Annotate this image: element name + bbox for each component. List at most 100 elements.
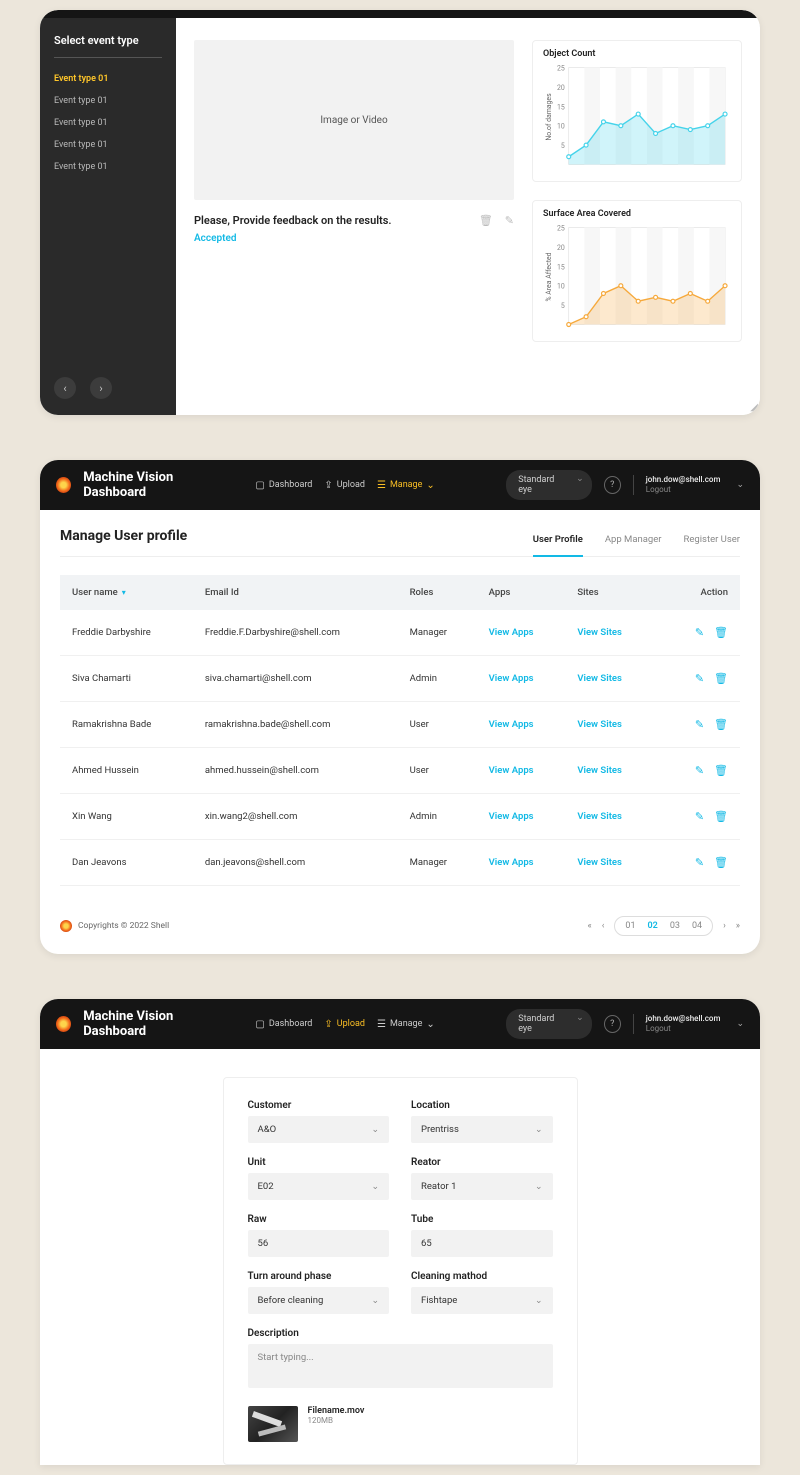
logout-link[interactable]: Logout (646, 1024, 721, 1034)
tube-input[interactable]: 65 (411, 1230, 553, 1257)
view-sites-link[interactable]: View Sites (577, 811, 622, 822)
label-reator: Reator (411, 1157, 553, 1168)
page-number[interactable]: 03 (670, 921, 680, 931)
user-menu-caret-icon[interactable]: ⌄ (736, 1019, 744, 1029)
delete-icon[interactable]: 🗑 (714, 718, 728, 731)
cell-email: xin.wang2@shell.com (193, 794, 398, 840)
page-first[interactable]: « (587, 921, 591, 931)
view-sites-link[interactable]: View Sites (577, 765, 622, 776)
phase-select[interactable]: Before cleaning (248, 1287, 390, 1314)
edit-icon[interactable]: ✎ (695, 718, 704, 731)
delete-icon[interactable]: 🗑 (714, 764, 728, 777)
svg-text:15: 15 (557, 103, 565, 111)
cell-username: Ahmed Hussein (60, 748, 193, 794)
nav-dashboard[interactable]: ▢Dashboard (255, 480, 312, 491)
label-raw: Raw (248, 1214, 390, 1225)
page-next[interactable]: › (723, 921, 726, 931)
resize-handle-icon[interactable]: ◢ (750, 402, 758, 413)
reator-select[interactable]: Reator 1 (411, 1173, 553, 1200)
column-header: Sites (565, 575, 653, 610)
tab-app-manager[interactable]: App Manager (605, 534, 662, 557)
cell-action: ✎🗑 (654, 702, 740, 748)
page-number[interactable]: 04 (692, 921, 702, 931)
view-apps-link[interactable]: View Apps (489, 673, 534, 684)
table-row: Dan Jeavonsdan.jeavons@shell.comManagerV… (60, 840, 740, 886)
page-number[interactable]: 02 (648, 921, 658, 931)
nav-upload-label: Upload (337, 1019, 365, 1029)
tab-register-user[interactable]: Register User (684, 534, 740, 557)
delete-icon[interactable]: 🗑 (714, 810, 728, 823)
camera-select[interactable]: Standard eye (506, 1009, 591, 1039)
logout-link[interactable]: Logout (646, 485, 721, 495)
cell-email: siva.chamarti@shell.com (193, 656, 398, 702)
header-user-email: john.dow@shell.com (646, 475, 721, 485)
nav-manage[interactable]: ☰Manage⌄ (377, 1019, 435, 1030)
cell-sites: View Sites (565, 610, 653, 656)
edit-icon[interactable]: ✎ (695, 764, 704, 777)
column-header[interactable]: User name▾ (60, 575, 193, 610)
help-button[interactable]: ? (604, 476, 621, 494)
customer-select[interactable]: A&O (248, 1116, 390, 1143)
view-apps-link[interactable]: View Apps (489, 765, 534, 776)
nav-manage[interactable]: ☰Manage⌄ (377, 480, 435, 491)
page-prev[interactable]: ‹ (602, 921, 605, 931)
chart-surface-area: Surface Area Covered 252015105% Area Aff… (532, 200, 742, 342)
event-item[interactable]: Event type 01 (54, 112, 162, 134)
event-item[interactable]: Event type 01 (54, 156, 162, 178)
table-row: Siva Chamartisiva.chamarti@shell.comAdmi… (60, 656, 740, 702)
cell-username: Ramakrishna Bade (60, 702, 193, 748)
view-sites-link[interactable]: View Sites (577, 627, 622, 638)
label-phase: Turn around phase (248, 1271, 390, 1282)
copyright: Copyrights © 2022 Shell (78, 921, 169, 931)
page-last[interactable]: » (736, 921, 740, 931)
label-customer: Customer (248, 1100, 390, 1111)
filter-icon[interactable]: ▾ (122, 588, 126, 597)
delete-icon[interactable]: 🗑 (714, 672, 728, 685)
edit-icon[interactable]: ✎ (505, 214, 514, 227)
edit-icon[interactable]: ✎ (695, 810, 704, 823)
edit-icon[interactable]: ✎ (695, 672, 704, 685)
delete-icon[interactable]: 🗑 (479, 214, 493, 227)
view-apps-link[interactable]: View Apps (489, 719, 534, 730)
shell-logo-icon (56, 477, 71, 493)
chart2-title: Surface Area Covered (543, 209, 731, 219)
column-header: Email Id (193, 575, 398, 610)
delete-icon[interactable]: 🗑 (714, 856, 728, 869)
label-location: Location (411, 1100, 553, 1111)
edit-icon[interactable]: ✎ (695, 626, 704, 639)
label-unit: Unit (248, 1157, 390, 1168)
raw-input[interactable]: 56 (248, 1230, 390, 1257)
nav-upload[interactable]: ⇪Upload (324, 480, 365, 491)
view-sites-link[interactable]: View Sites (577, 857, 622, 868)
tab-user-profile[interactable]: User Profile (533, 534, 583, 557)
view-apps-link[interactable]: View Apps (489, 857, 534, 868)
view-apps-link[interactable]: View Apps (489, 627, 534, 638)
label-description: Description (248, 1328, 553, 1339)
chart1-title: Object Count (543, 49, 731, 59)
file-attachment: Filename.mov 120MB (248, 1406, 553, 1442)
location-select[interactable]: Prentriss (411, 1116, 553, 1143)
delete-icon[interactable]: 🗑 (714, 626, 728, 639)
page-title: Manage User profile (60, 528, 187, 544)
view-sites-link[interactable]: View Sites (577, 719, 622, 730)
page-number[interactable]: 01 (625, 921, 635, 931)
nav-dashboard[interactable]: ▢Dashboard (255, 1019, 312, 1030)
description-textarea[interactable] (248, 1344, 553, 1388)
app-title: Machine Vision Dashboard (83, 470, 231, 500)
camera-select[interactable]: Standard eye (506, 470, 591, 500)
next-button[interactable]: › (90, 377, 112, 399)
event-item[interactable]: Event type 01 (54, 90, 162, 112)
nav-upload[interactable]: ⇪Upload (324, 1019, 365, 1030)
help-button[interactable]: ? (604, 1015, 621, 1033)
event-item[interactable]: Event type 01 (54, 68, 162, 90)
view-apps-link[interactable]: View Apps (489, 811, 534, 822)
user-menu-caret-icon[interactable]: ⌄ (736, 480, 744, 490)
edit-icon[interactable]: ✎ (695, 856, 704, 869)
event-item[interactable]: Event type 01 (54, 134, 162, 156)
cell-sites: View Sites (565, 794, 653, 840)
method-select[interactable]: Fishtape (411, 1287, 553, 1314)
prev-button[interactable]: ‹ (54, 377, 76, 399)
view-sites-link[interactable]: View Sites (577, 673, 622, 684)
unit-select[interactable]: E02 (248, 1173, 390, 1200)
dashboard-icon: ▢ (255, 480, 264, 491)
